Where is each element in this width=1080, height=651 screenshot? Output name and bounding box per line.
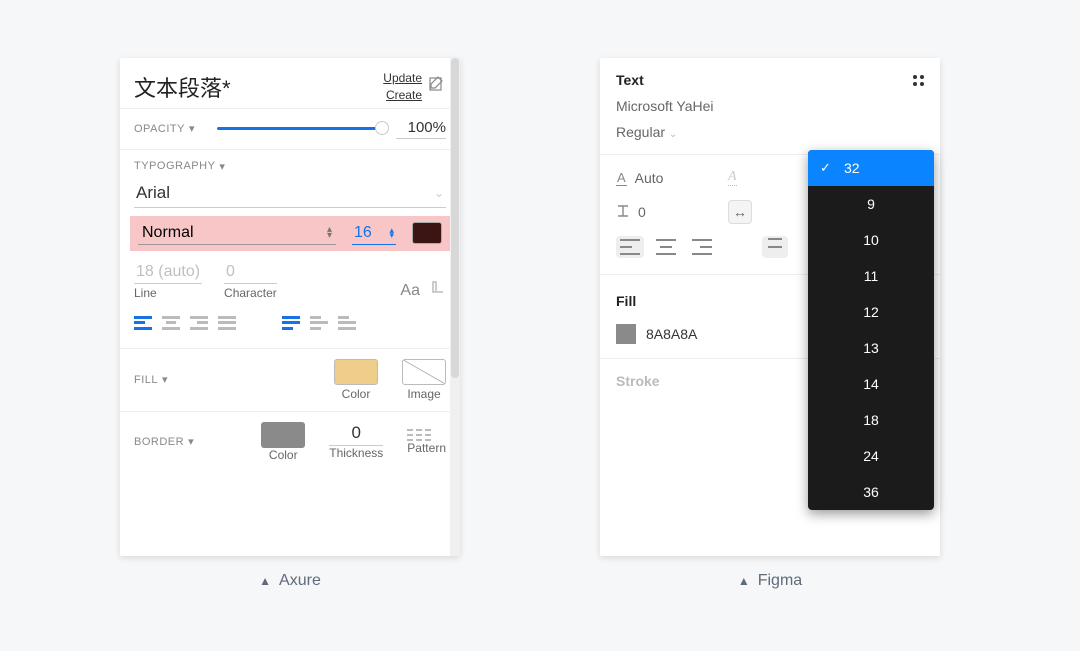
opacity-slider[interactable] [217,127,382,130]
letter-spacing-icon: A [728,169,737,186]
font-size-option[interactable]: 10 [808,222,934,258]
font-size-option[interactable]: 9 [808,186,934,222]
text-align-center-button[interactable] [652,236,680,258]
stroke-section-title: Stroke [616,373,660,396]
paragraph-spacing-value: 0 [638,204,646,220]
widget-style-name[interactable]: 文本段落* [134,71,231,103]
scrollbar[interactable] [450,58,460,556]
update-style-link[interactable]: Update [383,70,422,87]
border-thickness-input[interactable]: 0 [329,423,383,446]
vertical-align-middle-button[interactable] [310,316,328,330]
character-spacing-input[interactable]: 0 [224,263,277,284]
font-weight-value: Normal [142,224,194,242]
line-spacing-label: Line [134,286,202,300]
paragraph-spacing-icon [616,204,630,221]
character-spacing-label: Character [224,286,277,300]
highlighted-row: Normal ▴▾ 16 ▴▾ [130,216,450,251]
triangle-up-icon: ▲ [259,574,271,588]
text-align-justify-button[interactable] [218,316,236,330]
opacity-value-input[interactable]: 100% [396,119,446,139]
figma-panel: Text Microsoft YaHei Regular ⌄ A Auto A [600,58,940,556]
paragraph-spacing-input[interactable]: 0 [616,200,706,224]
fill-image-label: Image [402,387,446,401]
text-align-left-button[interactable] [134,316,152,330]
style-picker-icon[interactable] [913,75,924,86]
font-size-option[interactable]: 12 [808,294,934,330]
fill-color-swatch[interactable] [334,359,378,385]
border-color-label: Color [261,448,305,462]
fill-section-title: Fill [616,293,636,309]
border-pattern-button[interactable] [407,429,431,441]
chevron-down-icon: ▾ [188,435,194,448]
font-size-value: 16 [354,224,372,242]
vertical-align-top-button[interactable] [762,236,788,258]
chevron-down-icon: ▾ [162,373,168,386]
font-family-select[interactable]: Arial ⌄ [134,179,446,208]
fill-section-label[interactable]: FILL ▾ [134,373,168,386]
figma-caption: ▲Figma [738,572,802,590]
typography-section-label[interactable]: TYPOGRAPHY ▾ [134,160,446,173]
font-size-option[interactable]: 14 [808,366,934,402]
chevron-down-icon: ⌄ [434,186,444,200]
font-family-select[interactable]: Microsoft YaHei [600,98,940,124]
line-spacing-input[interactable]: 18 (auto) [134,263,202,284]
vertical-align-bottom-button[interactable] [338,316,356,330]
font-weight-select[interactable]: Normal ▴▾ [138,222,336,245]
text-section-title: Text [616,72,644,88]
line-height-value: Auto [635,170,664,186]
font-size-dropdown: 3291011121314182436 [808,150,934,510]
font-size-option[interactable]: 18 [808,402,934,438]
vertical-align-top-button[interactable] [282,316,300,330]
axure-panel: 文本段落* Update Create OPACITY ▾ [120,58,460,556]
chevron-down-icon: ▾ [219,160,225,173]
chevron-down-icon: ▾ [189,122,195,135]
auto-width-button[interactable]: ↔ [728,200,752,224]
font-size-option[interactable]: 13 [808,330,934,366]
border-section-label[interactable]: BORDER ▾ [134,435,194,448]
stepper-icon: ▴▾ [327,227,332,239]
stepper-icon: ▴▾ [389,228,394,238]
opacity-section-label[interactable]: OPACITY ▾ [134,122,195,135]
axure-caption: ▲Axure [259,572,321,590]
fill-color-swatch[interactable] [616,324,636,344]
letter-spacing-input[interactable]: A [728,169,818,186]
line-height-input[interactable]: A Auto [616,169,706,186]
font-family-value: Arial [136,183,170,203]
edit-style-icon[interactable] [428,75,446,98]
create-style-link[interactable]: Create [383,87,422,104]
font-size-option[interactable]: 11 [808,258,934,294]
font-size-option[interactable]: 24 [808,438,934,474]
border-color-swatch[interactable] [261,422,305,448]
font-size-option[interactable]: 36 [808,474,934,510]
text-align-right-button[interactable] [688,236,716,258]
triangle-up-icon: ▲ [738,574,750,588]
border-pattern-label: Pattern [407,441,446,455]
chevron-down-icon: ⌄ [669,129,677,140]
border-thickness-label: Thickness [329,446,383,460]
line-height-icon: A [616,170,627,186]
font-color-swatch[interactable] [412,222,442,244]
text-align-left-button[interactable] [616,236,644,258]
font-weight-select[interactable]: Regular ⌄ [616,124,677,140]
fill-color-label: Color [334,387,378,401]
text-align-center-button[interactable] [162,316,180,330]
text-align-right-button[interactable] [190,316,208,330]
font-size-input[interactable]: 16 ▴▾ [352,222,396,245]
text-case-icon[interactable]: Aa [400,282,420,300]
fill-image-swatch[interactable] [402,359,446,385]
style-actions: Update Create [383,70,446,104]
text-options-icon[interactable] [430,279,446,300]
font-size-option[interactable]: 32 [808,150,934,186]
